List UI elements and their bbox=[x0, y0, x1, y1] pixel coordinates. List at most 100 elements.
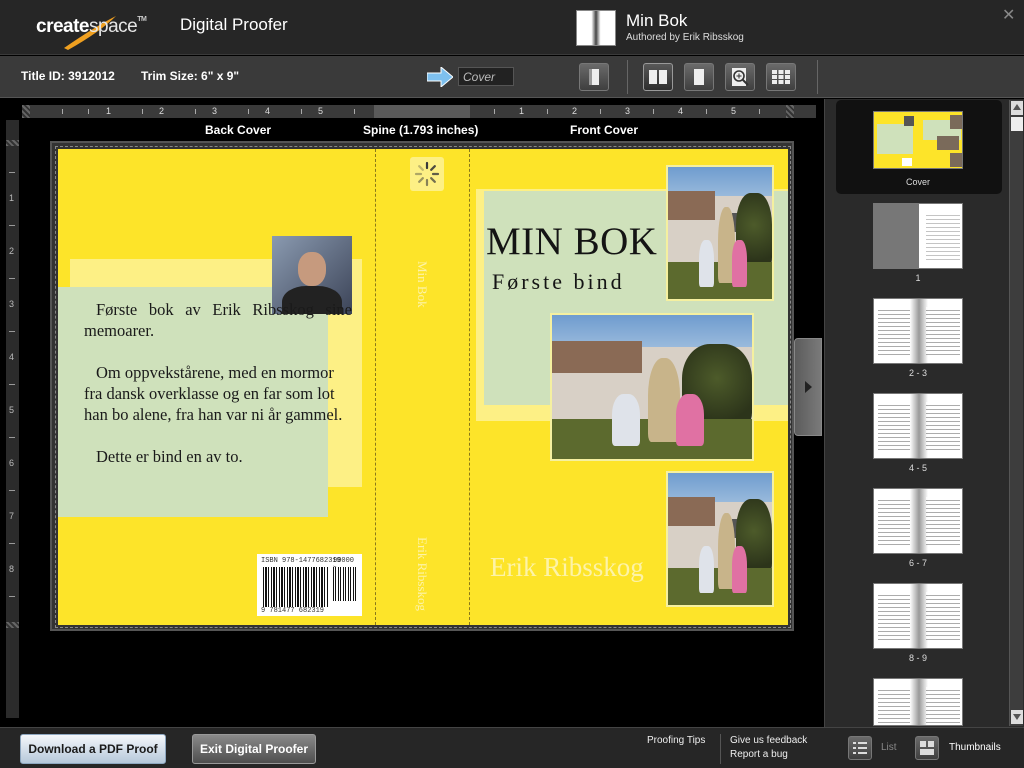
grid-icon bbox=[772, 70, 790, 84]
chevron-right-icon bbox=[805, 381, 812, 393]
page-icon bbox=[694, 69, 704, 85]
download-pdf-button[interactable]: Download a PDF Proof bbox=[20, 734, 166, 764]
ruler-label: 2 bbox=[9, 246, 15, 256]
chevron-up-icon bbox=[1013, 104, 1021, 110]
cover-spread: Første bok av Erik Ribsskog sine memoare… bbox=[50, 141, 794, 631]
close-icon[interactable]: ✕ bbox=[1002, 5, 1015, 25]
blurb-paragraph: Første bok av Erik Ribsskog sine memoare… bbox=[84, 300, 352, 340]
horizontal-ruler: 1 2 3 4 5 1 2 3 4 5 bbox=[22, 105, 816, 118]
single-page-icon bbox=[589, 69, 599, 85]
digital-proofer-app: createspaceTM Digital Proofer Min Bok Au… bbox=[0, 0, 1024, 768]
ruler-label: 1 bbox=[106, 106, 112, 116]
scroll-thumb[interactable] bbox=[1011, 117, 1023, 131]
vertical-ruler: 1 2 3 4 5 6 7 8 bbox=[6, 120, 19, 718]
thumbnail-panel: Cover 1 2 - 3 4 - 5 6 - 7 8 - 9 bbox=[824, 99, 1024, 727]
spine-author: Erik Ribsskog bbox=[415, 537, 430, 612]
list-icon bbox=[853, 742, 867, 754]
thumbnail-label: 6 - 7 bbox=[908, 558, 927, 568]
title-id: Title ID: 3912012 bbox=[21, 69, 115, 83]
front-cover-label: Front Cover bbox=[570, 123, 639, 137]
ruler-label: 8 bbox=[9, 564, 15, 574]
thumbnail-label: 2 - 3 bbox=[908, 368, 927, 378]
spine-guide-right bbox=[469, 149, 470, 625]
thumbnails-icon bbox=[920, 741, 934, 755]
arrow-right-icon[interactable] bbox=[427, 67, 453, 87]
book-icon bbox=[576, 10, 616, 46]
cover-artwork: Første bok av Erik Ribsskog sine memoare… bbox=[58, 149, 788, 625]
two-page-spread-button[interactable] bbox=[643, 63, 673, 91]
book-title: Min Bok bbox=[626, 11, 688, 30]
ruler-label: 1 bbox=[9, 193, 15, 203]
footer-separator bbox=[720, 734, 721, 764]
toolbar: Title ID: 3912012 Trim Size: 6" x 9" Cov… bbox=[0, 56, 1024, 98]
ruler-label: 3 bbox=[9, 299, 15, 309]
family-photo bbox=[666, 165, 774, 301]
thumbnail-label: 4 - 5 bbox=[908, 463, 927, 473]
ruler-label: 1 bbox=[519, 106, 525, 116]
front-subtitle: Første bind bbox=[492, 269, 625, 294]
ruler-label: 5 bbox=[9, 405, 15, 415]
feedback-link[interactable]: Give us feedback bbox=[730, 735, 807, 746]
ruler-label: 5 bbox=[731, 106, 737, 116]
back-cover-label: Back Cover bbox=[205, 123, 272, 137]
blurb-paragraph: Om oppvekstårene, med en mormor fra dans… bbox=[84, 363, 343, 424]
blurb-paragraph: Dette er bind en av to. bbox=[96, 447, 243, 466]
zoom-button[interactable] bbox=[725, 63, 755, 91]
ruler-end bbox=[786, 105, 794, 118]
thumbnail-page[interactable] bbox=[873, 488, 963, 554]
createspace-logo: createspaceTM bbox=[36, 8, 148, 52]
family-photo bbox=[666, 471, 774, 607]
ruler-spine-band bbox=[374, 105, 470, 118]
ruler-end bbox=[6, 140, 19, 146]
thumbnail-page[interactable] bbox=[873, 678, 963, 726]
thumbnails-view-button[interactable] bbox=[915, 736, 939, 760]
thumbnail-page[interactable] bbox=[873, 298, 963, 364]
page-view-button[interactable] bbox=[684, 63, 714, 91]
thumbnail-label: 8 - 9 bbox=[908, 653, 927, 663]
thumbnail-page[interactable] bbox=[873, 203, 963, 269]
thumbnail-page[interactable] bbox=[873, 393, 963, 459]
ruler-label: 7 bbox=[9, 511, 15, 521]
back-cover-blurb: Første bok av Erik Ribsskog sine memoare… bbox=[84, 299, 352, 488]
ruler-end bbox=[22, 105, 30, 118]
footer: Download a PDF Proof Exit Digital Proofe… bbox=[0, 727, 1024, 768]
isbn-barcode: ISBN 978-1477682319 90000 > 9 781477 682… bbox=[257, 554, 362, 616]
exit-proofer-button[interactable]: Exit Digital Proofer bbox=[192, 734, 316, 764]
thumbnail-page[interactable] bbox=[873, 583, 963, 649]
front-title: MIN BOK bbox=[486, 220, 658, 263]
next-page-tab[interactable] bbox=[794, 338, 822, 436]
header: createspaceTM Digital Proofer Min Bok Au… bbox=[0, 0, 1024, 55]
ruler-label: 4 bbox=[678, 106, 684, 116]
loading-spinner-icon bbox=[410, 157, 444, 191]
thumbnails-view-label: Thumbnails bbox=[949, 742, 1001, 753]
list-view-button[interactable] bbox=[848, 736, 872, 760]
scroll-down-button[interactable] bbox=[1011, 710, 1023, 724]
book-author: Authored by Erik Ribsskog bbox=[626, 32, 744, 43]
two-page-spread-icon bbox=[649, 70, 667, 84]
thumbnail-scrollbar[interactable] bbox=[1009, 100, 1023, 726]
scroll-up-button[interactable] bbox=[1011, 101, 1023, 115]
spine-guide-left bbox=[375, 149, 376, 625]
app-title: Digital Proofer bbox=[180, 15, 288, 34]
spine-label: Spine (1.793 inches) bbox=[363, 123, 479, 137]
front-author: Erik Ribsskog bbox=[490, 552, 644, 582]
thumbnail-cover[interactable] bbox=[873, 111, 963, 169]
chevron-down-icon bbox=[1013, 714, 1021, 720]
grid-view-button[interactable] bbox=[766, 63, 796, 91]
toolbar-separator bbox=[817, 60, 818, 94]
family-photo bbox=[550, 313, 754, 461]
spine-title: Min Bok bbox=[415, 261, 430, 308]
page-navigation-field[interactable]: Cover bbox=[458, 67, 514, 86]
ruler-label: 3 bbox=[625, 106, 631, 116]
report-bug-link[interactable]: Report a bug bbox=[730, 749, 788, 760]
ruler-label: 3 bbox=[212, 106, 218, 116]
thumbnail-label: 1 bbox=[915, 273, 921, 283]
ruler-label: 2 bbox=[572, 106, 578, 116]
trim-size: Trim Size: 6" x 9" bbox=[141, 69, 240, 83]
toolbar-separator bbox=[627, 60, 628, 94]
single-page-view-button[interactable] bbox=[579, 63, 609, 91]
proofing-tips-link[interactable]: Proofing Tips bbox=[647, 735, 705, 746]
zoom-icon bbox=[732, 68, 749, 86]
ruler-end bbox=[6, 622, 19, 628]
ruler-label: 5 bbox=[318, 106, 324, 116]
